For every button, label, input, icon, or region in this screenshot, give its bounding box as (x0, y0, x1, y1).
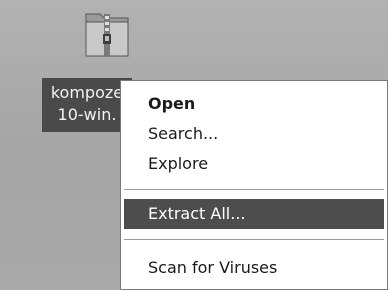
menu-separator (124, 189, 384, 191)
icon-label-line2: 10-win. (57, 105, 117, 124)
menu-item-explore[interactable]: Explore (124, 149, 384, 179)
desktop: kompoze 10-win. Open Search... Explore E… (0, 0, 388, 290)
zip-folder-icon (85, 13, 129, 57)
desktop-icon-label: kompoze 10-win. (42, 78, 132, 132)
context-menu: Open Search... Explore Extract All... Sc… (120, 80, 388, 290)
menu-item-extract-all[interactable]: Extract All... (124, 199, 384, 229)
menu-item-open[interactable]: Open (124, 89, 384, 119)
icon-label-line1: kompoze (50, 83, 124, 102)
menu-separator (124, 239, 384, 241)
menu-item-scan-for-viruses[interactable]: Scan for Viruses (124, 253, 384, 283)
menu-item-search[interactable]: Search... (124, 119, 384, 149)
